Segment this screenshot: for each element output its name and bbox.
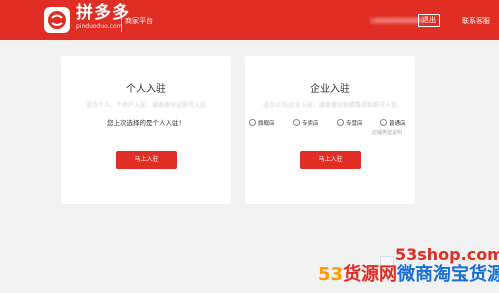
store-type-label: 专卖店 xyxy=(302,121,319,127)
top-header-bar: 拼多多 pinduoduo.com 商家平台 188888888888 退出 联… xyxy=(0,0,499,40)
brand-domain: pinduoduo.com xyxy=(76,23,123,30)
store-type-options: 旗舰店 专卖店 专营店 普通店 xyxy=(249,119,411,129)
store-type-label: 旗舰店 xyxy=(258,121,275,127)
store-type-label: 专营店 xyxy=(346,121,363,127)
personal-entry-card: 个人入驻 适合个人、个体户入驻，接收身份证即可入驻 您上次选择的是个人入驻！ 马… xyxy=(61,56,231,204)
store-type-label: 普通店 xyxy=(389,121,406,127)
store-type-specialty[interactable]: 专营店 xyxy=(337,119,363,128)
enterprise-card-title: 企业入驻 xyxy=(310,84,350,95)
platform-label: 商家平台 xyxy=(125,17,153,25)
store-type-flagship[interactable]: 旗舰店 xyxy=(249,119,275,128)
header-divider xyxy=(121,10,122,32)
account-phone: 188888888888 xyxy=(370,17,424,25)
pinduoduo-logo-icon[interactable] xyxy=(42,5,72,35)
personal-card-description: 适合个人、个体户入驻，接收身份证即可入驻 xyxy=(85,102,206,109)
radio-icon[interactable] xyxy=(249,119,256,126)
store-type-regular[interactable]: 普通店 xyxy=(380,119,406,128)
store-type-help-link[interactable]: 店铺类型说明 xyxy=(372,130,402,137)
watermark-site: 53shop.com xyxy=(395,245,499,264)
enterprise-card-description: 适合公司/企业入驻，接收营业执照等资料即可入驻 xyxy=(262,102,398,109)
watermark-part-3: 微商淘宝货源 xyxy=(397,264,499,285)
personal-enter-button[interactable]: 马上入驻 xyxy=(116,151,177,169)
personal-card-title: 个人入驻 xyxy=(126,84,166,95)
store-type-exclusive[interactable]: 专卖店 xyxy=(293,119,319,128)
last-choice-note: 您上次选择的是个人入驻！ xyxy=(107,119,185,127)
radio-icon[interactable] xyxy=(337,119,344,126)
watermark-banner: 53货源网微商淘宝货源 xyxy=(318,264,499,286)
enterprise-enter-button[interactable]: 马上入驻 xyxy=(300,151,361,169)
watermark-part-2: 货源网 xyxy=(343,264,398,285)
contact-service-link[interactable]: 联系客服 xyxy=(462,17,490,26)
watermark-part-1: 53 xyxy=(318,264,344,285)
enterprise-entry-card: 企业入驻 适合公司/企业入驻，接收营业执照等资料即可入驻 旗舰店 专卖店 专营店… xyxy=(245,56,415,204)
logout-button[interactable]: 退出 xyxy=(418,14,440,27)
radio-icon[interactable] xyxy=(293,119,300,126)
radio-icon[interactable] xyxy=(380,119,387,126)
